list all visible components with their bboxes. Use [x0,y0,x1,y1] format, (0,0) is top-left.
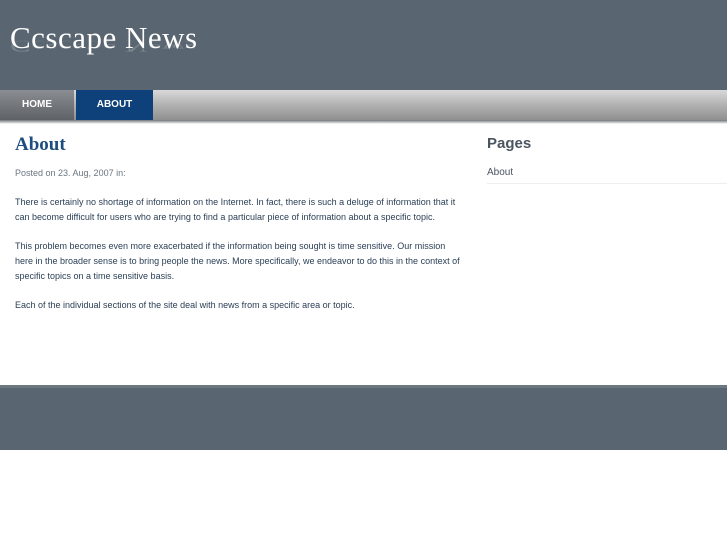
sidebar: Pages About [487,134,727,184]
content-paragraph: Each of the individual sections of the s… [15,300,355,310]
content-paragraph: This problem becomes even more exacerbat… [15,241,460,281]
site-title-reflection: Ccscape News [10,36,198,56]
main-content: About Posted on 23. Aug, 2007 in: There … [15,134,460,313]
site-footer [0,385,727,450]
site-logo[interactable]: Ccscape News Ccscape News [10,20,198,80]
nav-about[interactable]: ABOUT [76,90,153,120]
nav-home[interactable]: HOME [0,90,74,120]
content-paragraph: There is certainly no shortage of inform… [15,197,456,222]
page-title: About [15,134,66,155]
sidebar-link-about[interactable]: About [487,167,727,184]
nav-divider [0,120,727,124]
footer-divider [0,385,727,388]
main-nav: HOME ABOUT [0,90,727,120]
site-header: Ccscape News Ccscape News [0,0,727,90]
post-meta: Posted on 23. Aug, 2007 in: [15,168,126,178]
sidebar-heading: Pages [487,135,532,152]
